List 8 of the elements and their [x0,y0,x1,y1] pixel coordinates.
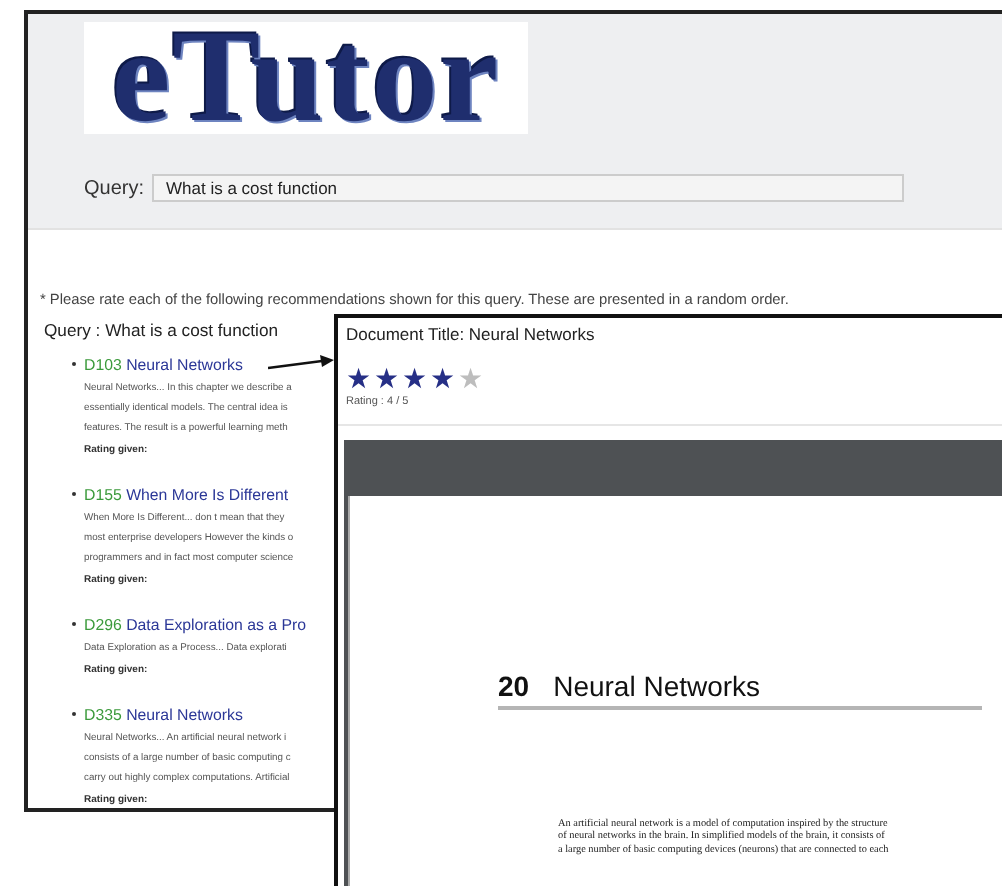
star-rating[interactable]: ★★★★★ [346,364,1002,392]
document-title: Document Title: Neural Networks [346,324,597,344]
chapter-title: Neural Networks [553,670,761,702]
list-heading: Query : What is a cost function [44,320,279,340]
query-field[interactable]: What is a cost function [152,174,905,202]
chapter-number: 20 [498,670,530,702]
etutor-logo: eTutor [84,22,528,134]
query-label: Query: [84,177,145,199]
